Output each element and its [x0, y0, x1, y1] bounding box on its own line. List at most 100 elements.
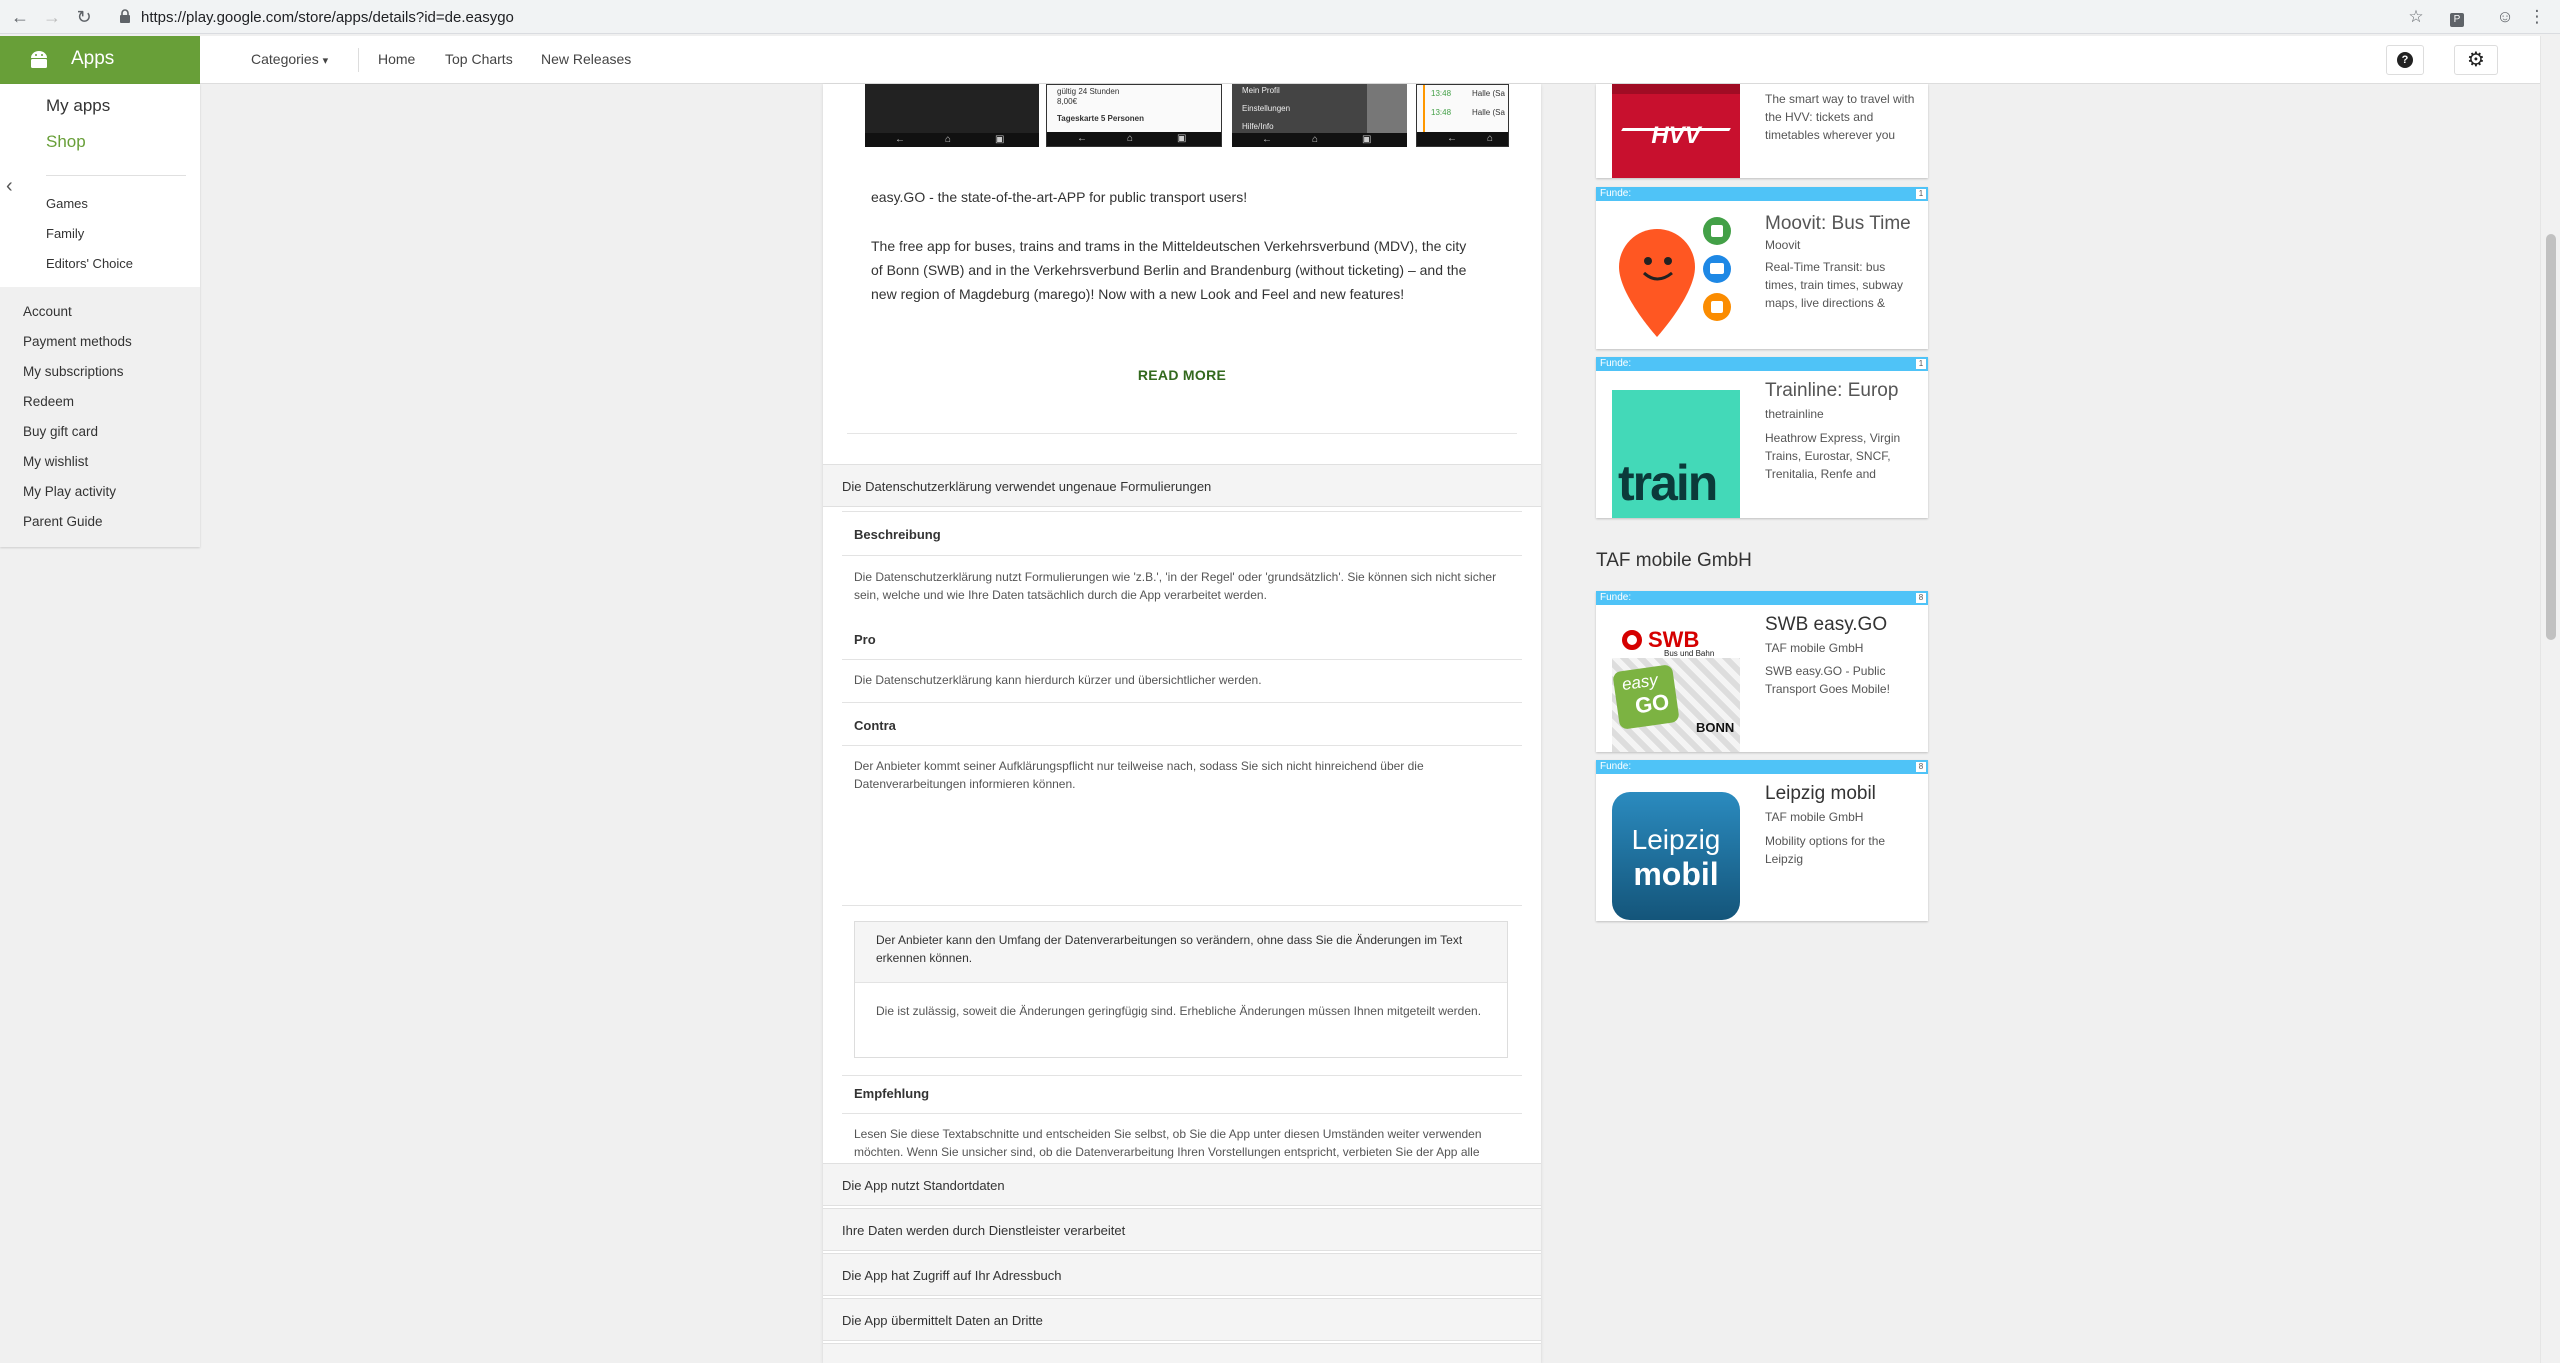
contra-text: Der Anbieter kommt seiner Aufklärungspfl… [854, 759, 1424, 791]
sidebar-item-games[interactable]: Games [46, 196, 88, 211]
hvv-app-icon: HVV [1612, 84, 1740, 178]
nav-top-charts[interactable]: Top Charts [445, 51, 513, 67]
phone-back-icon: ← [1262, 134, 1272, 145]
card-developer[interactable]: Moovit [1765, 238, 1800, 252]
privacy-item-location[interactable]: Die App nutzt Standortdaten [823, 1163, 1541, 1206]
developer-section-heading[interactable]: TAF mobile GmbH [1596, 550, 1752, 572]
easy-go-badge: easy GO [1612, 664, 1680, 730]
dev-app-card-swb[interactable]: Funde: 8 SWB Bus und Bahn easy GO BONN S… [1596, 591, 1928, 752]
icon-band [1612, 84, 1740, 94]
card-developer[interactable]: thetrainline [1765, 407, 1824, 421]
sidebar-item-family[interactable]: Family [46, 226, 84, 241]
account-link[interactable]: Account [23, 304, 72, 319]
description-tagline: easy.GO - the state-of-the-art-APP for p… [871, 189, 1248, 205]
settings-button[interactable]: ⚙ [2454, 45, 2498, 75]
section-line [842, 1075, 1522, 1076]
payment-methods-link[interactable]: Payment methods [23, 334, 132, 349]
url-bar[interactable]: https://play.google.com/store/apps/detai… [141, 9, 514, 26]
play-header: Apps Categories ▾ Home Top Charts New Re… [0, 36, 2540, 84]
privacy-item-service-providers[interactable]: Ihre Daten werden durch Dienstleister ve… [823, 1208, 1541, 1251]
read-more-button[interactable]: READ MORE [823, 367, 1541, 383]
card-developer[interactable]: TAF mobile GmbH [1765, 810, 1863, 824]
accordion-title: Ihre Daten werden durch Dienstleister ve… [842, 1223, 1126, 1238]
nav-home[interactable]: Home [378, 51, 415, 67]
apps-tab[interactable]: Apps [0, 36, 200, 84]
help-glyph: ? [2397, 52, 2413, 69]
section-line [842, 1113, 1522, 1114]
accordion-title: Die App nutzt Standortdaten [842, 1178, 1005, 1193]
card-developer[interactable]: TAF mobile GmbH [1765, 641, 1863, 655]
browser-menu-icon[interactable]: ⋮ [2526, 6, 2548, 28]
nav-divider [358, 48, 359, 72]
privacy-item-vague-wording[interactable]: Die Datenschutzerklärung verwendet ungen… [823, 464, 1541, 507]
similar-app-card-trainline[interactable]: Funde: 1 train Trainline: Europ thetrain… [1596, 357, 1928, 518]
swb-ring [1622, 630, 1642, 650]
card-description: Real-Time Transit: bus times, train time… [1765, 260, 1904, 310]
help-button[interactable]: ? [2386, 45, 2424, 75]
section-line [842, 555, 1522, 556]
sidebar-item-editors-choice[interactable]: Editors' Choice [46, 256, 133, 271]
redeem-link[interactable]: Redeem [23, 394, 74, 409]
apps-label: Apps [71, 48, 115, 69]
similar-app-card-moovit[interactable]: Funde: 1 Moovit: Bus Time Moovit Real-Ti… [1596, 187, 1928, 349]
privacy-item-more[interactable] [823, 1343, 1541, 1363]
profile-icon[interactable]: ☺ [2494, 6, 2516, 28]
pro-text: Die Datenschutzerklärung kann hierdurch … [854, 673, 1262, 687]
page-scrollbar[interactable] [2540, 36, 2560, 1363]
chevron-down-icon: ▾ [322, 55, 329, 67]
phone-recents-icon: ▣ [1362, 134, 1372, 145]
screenshot-text: Mein Profil [1242, 86, 1280, 95]
subscriptions-link[interactable]: My subscriptions [23, 364, 124, 379]
my-apps-link[interactable]: My apps [46, 96, 110, 116]
browser-toolbar: ← → ↻ https://play.google.com/store/apps… [0, 0, 2560, 34]
section-line [842, 702, 1522, 703]
funde-label: Funde: [1600, 592, 1632, 603]
side-nav-primary: My apps Shop Games Family Editors' Choic… [0, 84, 200, 287]
privacy-item-contacts[interactable]: Die App hat Zugriff auf Ihr Adressbuch [823, 1253, 1541, 1296]
beschreibung-heading: Beschreibung [854, 527, 941, 542]
leipzig-logo-text: mobil [1633, 856, 1719, 892]
collapse-nav-icon[interactable]: ‹ [6, 175, 13, 198]
forward-icon[interactable]: → [41, 6, 63, 28]
section-line [842, 659, 1522, 660]
nested-point-header[interactable]: Der Anbieter kann den Umfang der Datenve… [855, 922, 1507, 983]
description-body: The free app for buses, trains and trams… [871, 238, 1467, 302]
section-line [842, 745, 1522, 746]
categories-dropdown[interactable]: Categories ▾ [251, 51, 328, 67]
phone-back-icon: ← [895, 134, 905, 145]
app-screenshot[interactable]: Mein Profil Einstellungen Hilfe/Info ← ⌂… [1232, 84, 1407, 147]
side-separator [46, 175, 186, 176]
accordion-title: Die App hat Zugriff auf Ihr Adressbuch [842, 1268, 1062, 1283]
buy-gift-card-link[interactable]: Buy gift card [23, 424, 98, 439]
funde-count: 8 [1916, 762, 1926, 772]
app-screenshot[interactable]: ← ⌂ ▣ [865, 84, 1039, 147]
phone-navbar: ← ⌂ ▣ [865, 133, 1039, 147]
shop-link[interactable]: Shop [46, 132, 86, 152]
wishlist-link[interactable]: My wishlist [23, 454, 88, 469]
parent-guide-link[interactable]: Parent Guide [23, 514, 103, 529]
similar-app-card-hvv[interactable]: HVV The smart way to travel with the HVV… [1596, 84, 1928, 178]
funde-label: Funde: [1600, 358, 1632, 369]
nav-new-releases[interactable]: New Releases [541, 51, 631, 67]
extension-icon[interactable]: P [2446, 6, 2468, 28]
card-description: SWB easy.GO - Public Transport Goes Mobi… [1765, 664, 1890, 696]
play-activity-link[interactable]: My Play activity [23, 484, 116, 499]
back-icon[interactable]: ← [9, 6, 31, 28]
phone-home-icon: ⌂ [1312, 134, 1319, 145]
reload-icon[interactable]: ↻ [73, 6, 95, 28]
app-screenshot[interactable]: 13:48 13:48 Halle (Sa Halle (Sa ← ⌂ [1416, 84, 1509, 147]
nested-point-title: Der Anbieter kann den Umfang der Datenve… [876, 933, 1463, 965]
privacy-item-third-parties[interactable]: Die App übermittelt Daten an Dritte [823, 1298, 1541, 1341]
phone-back-icon: ← [1447, 133, 1457, 144]
moovit-logo [1619, 217, 1731, 337]
bookmark-star-icon[interactable]: ☆ [2405, 6, 2427, 28]
phone-home-icon: ⌂ [1487, 133, 1494, 144]
dev-app-card-leipzig[interactable]: Funde: 8 Leipzig mobil Leipzig mobil TAF… [1596, 760, 1928, 921]
scrollbar-thumb[interactable] [2546, 234, 2556, 640]
contra-heading: Contra [854, 718, 896, 733]
section-line [842, 511, 1522, 512]
app-screenshot[interactable]: gültig 24 Stunden 8,00€ Tageskarte 5 Per… [1046, 84, 1222, 147]
phone-back-icon: ← [1077, 133, 1087, 144]
gear-icon: ⚙ [2467, 49, 2485, 71]
screenshot-text: Halle (Sa [1472, 108, 1505, 117]
